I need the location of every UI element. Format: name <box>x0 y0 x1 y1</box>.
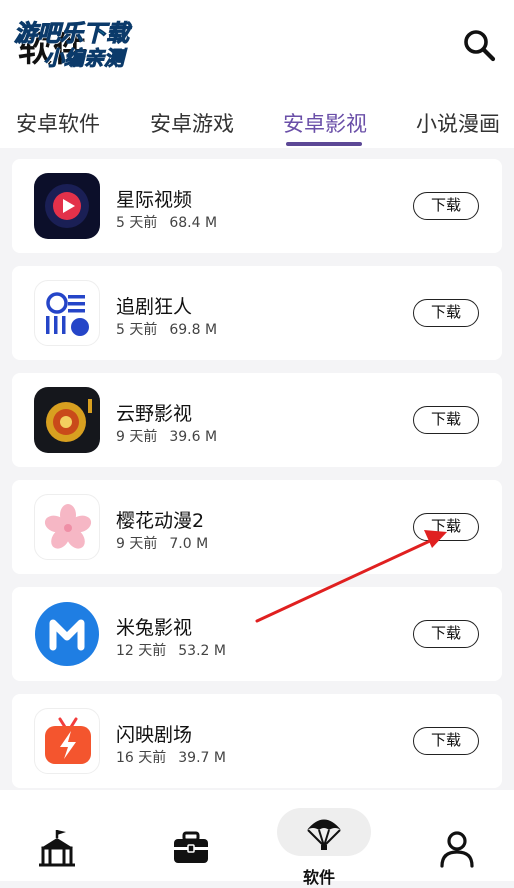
app-time: 16 天前 <box>116 750 167 766</box>
tab-android-video[interactable]: 安卓影视 <box>283 108 367 138</box>
app-name: 闪映剧场 <box>116 724 193 746</box>
app-meta: 9 天前 39.6 M <box>116 426 217 446</box>
app-size: 7.0 M <box>169 536 209 552</box>
nav-software[interactable] <box>305 815 343 855</box>
app-meta: 5 天前 69.8 M <box>116 319 217 339</box>
parachute-icon <box>307 819 341 850</box>
app-meta: 5 天前 68.4 M <box>116 212 217 232</box>
app-time: 5 天前 <box>116 215 158 231</box>
download-button[interactable]: 下载 <box>413 620 479 648</box>
app-time: 9 天前 <box>116 536 158 552</box>
nav-home[interactable] <box>36 828 78 872</box>
app-card[interactable]: 云野影视 9 天前 39.6 M 下载 <box>12 373 502 467</box>
search-button[interactable] <box>458 24 500 66</box>
tab-bar: 安卓软件 安卓游戏 安卓影视 小说漫画 <box>0 100 514 148</box>
tab-android-games[interactable]: 安卓游戏 <box>150 108 234 138</box>
tab-novels-comics[interactable]: 小说漫画 <box>416 108 500 138</box>
app-name: 米兔影视 <box>116 617 193 639</box>
app-size: 69.8 M <box>169 322 218 338</box>
app-meta: 12 天前 53.2 M <box>116 640 226 660</box>
app-size: 68.4 M <box>169 215 218 231</box>
app-icon-mitu <box>34 601 100 667</box>
app-name: 追剧狂人 <box>116 296 193 318</box>
download-button[interactable]: 下载 <box>413 299 479 327</box>
nav-tools[interactable] <box>171 830 211 870</box>
app-time: 5 天前 <box>116 322 158 338</box>
app-icon-sakura <box>34 494 100 560</box>
app-card[interactable]: 米兔影视 12 天前 53.2 M 下载 <box>12 587 502 681</box>
app-time: 9 天前 <box>116 429 158 445</box>
app-meta: 16 天前 39.7 M <box>116 747 226 767</box>
app-icon-yunye <box>34 387 100 453</box>
nav-software-label: 软件 <box>303 868 336 887</box>
nav-profile[interactable] <box>439 830 475 872</box>
person-icon <box>440 831 474 868</box>
bottom-nav: 软件 <box>0 790 514 887</box>
page-title: 软件 <box>18 30 88 70</box>
app-time: 12 天前 <box>116 643 167 659</box>
app-card[interactable]: 追剧狂人 5 天前 69.8 M 下载 <box>12 266 502 360</box>
app-name: 云野影视 <box>116 403 193 425</box>
app-size: 53.2 M <box>178 643 226 659</box>
app-meta: 9 天前 7.0 M <box>116 533 208 553</box>
app-card[interactable]: 闪映剧场 16 天前 39.7 M 下载 <box>12 694 502 788</box>
active-tab-indicator <box>286 142 362 146</box>
toolbox-icon <box>174 831 208 863</box>
app-icon-shanying <box>34 708 100 774</box>
app-size: 39.6 M <box>169 429 218 445</box>
app-icon-zhuiju <box>34 280 100 346</box>
circus-tent-icon <box>39 830 75 867</box>
app-name: 星际视频 <box>116 189 193 211</box>
download-button[interactable]: 下载 <box>413 192 479 220</box>
app-name: 樱花动漫2 <box>116 510 205 532</box>
download-button[interactable]: 下载 <box>413 406 479 434</box>
tab-android-software[interactable]: 安卓软件 <box>16 108 100 138</box>
search-icon <box>464 30 496 62</box>
app-card[interactable]: 星际视频 5 天前 68.4 M 下载 <box>12 159 502 253</box>
app-icon-xingji <box>34 173 100 239</box>
download-button[interactable]: 下载 <box>413 513 479 541</box>
app-size: 39.7 M <box>178 750 226 766</box>
app-card[interactable]: 樱花动漫2 9 天前 7.0 M 下载 <box>12 480 502 574</box>
download-button[interactable]: 下载 <box>413 727 479 755</box>
